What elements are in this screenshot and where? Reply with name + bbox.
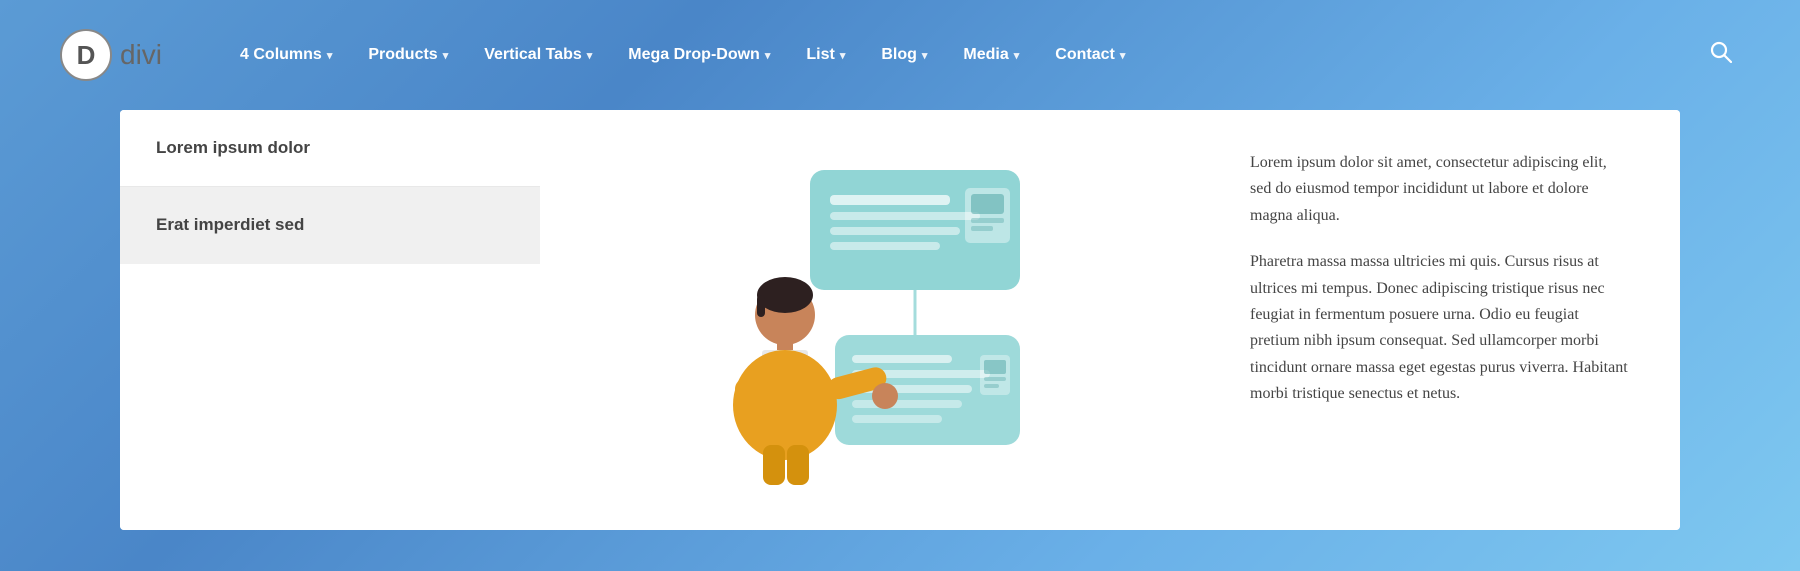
logo-text: divi (120, 39, 162, 71)
nav-label-4columns: 4 Columns (240, 46, 322, 64)
nav-item-blog[interactable]: Blog ▾ (863, 38, 945, 72)
header: D divi 4 Columns ▾ Products ▾ Vertical T… (0, 0, 1800, 110)
chevron-down-icon: ▾ (765, 49, 771, 62)
illustration-area (540, 110, 1200, 530)
nav-item-list[interactable]: List ▾ (788, 38, 863, 72)
search-button[interactable] (1702, 33, 1740, 77)
chevron-down-icon: ▾ (327, 49, 333, 62)
chevron-down-icon: ▾ (1120, 49, 1126, 62)
right-text-area: Lorem ipsum dolor sit amet, consectetur … (1200, 110, 1680, 530)
chevron-down-icon: ▾ (1014, 49, 1020, 62)
sidebar-item-label-lorem: Lorem ipsum dolor (156, 138, 310, 157)
nav-item-mega-dropdown[interactable]: Mega Drop-Down ▾ (610, 38, 788, 72)
sidebar-item-erat[interactable]: Erat imperdiet sed (120, 187, 540, 264)
nav-item-4columns[interactable]: 4 Columns ▾ (222, 38, 350, 72)
nav-item-media[interactable]: Media ▾ (945, 38, 1037, 72)
nav-label-list: List (806, 46, 834, 64)
nav-item-products[interactable]: Products ▾ (350, 38, 466, 72)
nav-label-blog: Blog (881, 46, 917, 64)
content-paragraph-1: Lorem ipsum dolor sit amet, consectetur … (1250, 150, 1630, 229)
nav-label-contact: Contact (1055, 46, 1115, 64)
nav-label-mega-dropdown: Mega Drop-Down (628, 46, 760, 64)
content-paragraph-2: Pharetra massa massa ultricies mi quis. … (1250, 249, 1630, 407)
logo-letter: D (77, 40, 96, 71)
chevron-down-icon: ▾ (587, 49, 593, 62)
nav-label-vertical-tabs: Vertical Tabs (484, 46, 582, 64)
illustration-svg (680, 150, 1060, 490)
chevron-down-icon: ▾ (443, 49, 449, 62)
nav-label-media: Media (963, 46, 1008, 64)
main-content-panel: Lorem ipsum dolor Erat imperdiet sed (120, 110, 1680, 530)
chevron-down-icon: ▾ (922, 49, 928, 62)
chevron-down-icon: ▾ (840, 49, 846, 62)
nav-item-contact[interactable]: Contact ▾ (1037, 38, 1143, 72)
nav-item-vertical-tabs[interactable]: Vertical Tabs ▾ (466, 38, 610, 72)
sidebar-item-label-erat: Erat imperdiet sed (156, 215, 304, 234)
logo-circle: D (60, 29, 112, 81)
logo[interactable]: D divi (60, 29, 162, 81)
nav-label-products: Products (368, 46, 437, 64)
main-nav: 4 Columns ▾ Products ▾ Vertical Tabs ▾ M… (222, 38, 1702, 72)
sidebar: Lorem ipsum dolor Erat imperdiet sed (120, 110, 540, 530)
sidebar-item-lorem[interactable]: Lorem ipsum dolor (120, 110, 540, 187)
